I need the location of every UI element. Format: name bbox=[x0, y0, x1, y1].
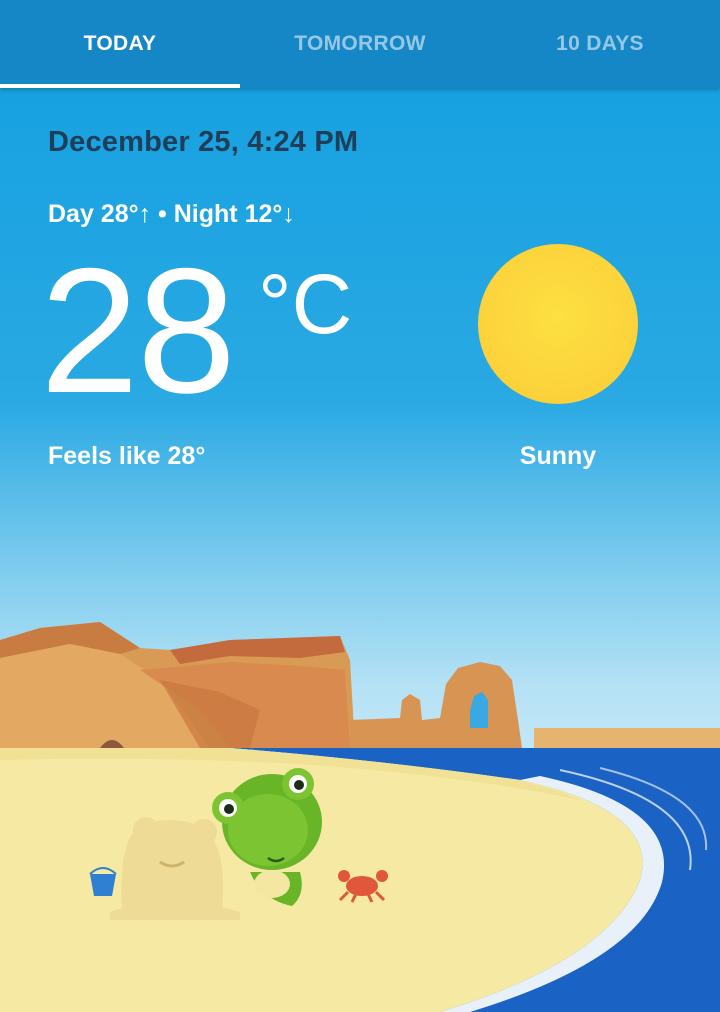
day-night-temperatures: Day 28°↑ • Night 12°↓ bbox=[48, 200, 295, 228]
feels-like: Feels like 28° bbox=[48, 442, 206, 470]
sun-icon bbox=[478, 244, 638, 404]
temperature-unit: °C bbox=[258, 257, 353, 351]
tab-tomorrow-label: TOMORROW bbox=[294, 32, 426, 55]
tab-bar: TODAY TOMORROW 10 DAYS bbox=[0, 0, 720, 88]
current-temperature: 28 bbox=[40, 231, 236, 430]
weather-condition: Sunny bbox=[519, 442, 597, 470]
tab-10-days-label: 10 DAYS bbox=[556, 32, 644, 55]
tab-10-days[interactable]: 10 DAYS bbox=[480, 0, 720, 88]
tab-today[interactable]: TODAY bbox=[0, 0, 240, 88]
cliffs-illustration bbox=[0, 622, 720, 748]
beach-illustration bbox=[0, 622, 720, 1012]
tab-tomorrow[interactable]: TOMORROW bbox=[240, 0, 480, 88]
date-time: December 25, 4:24 PM bbox=[48, 126, 359, 158]
tab-today-label: TODAY bbox=[83, 32, 157, 55]
tab-indicator bbox=[0, 84, 240, 88]
